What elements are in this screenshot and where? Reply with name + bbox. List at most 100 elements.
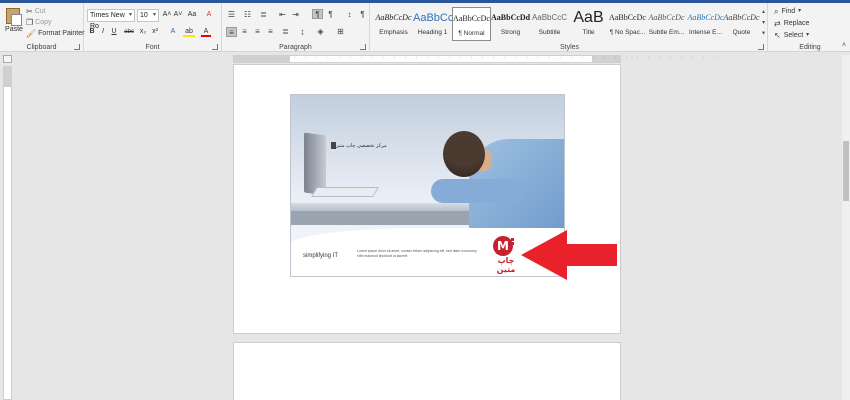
bullets-icon[interactable]: ☰	[226, 10, 237, 20]
style-preview: AaBbCcC	[531, 13, 568, 22]
format-painter-button[interactable]: 🖌 Format Painter	[26, 28, 84, 38]
font-size-dropdown[interactable]: 10 ▾	[137, 9, 159, 22]
copy-icon: ❐	[26, 17, 34, 27]
font-dialog-launcher[interactable]	[212, 44, 218, 50]
document-page-2[interactable]	[233, 342, 621, 400]
align-right-icon[interactable]: ≡	[252, 27, 263, 37]
style-preview: AaB	[573, 9, 604, 26]
chevron-down-icon[interactable]: ▾	[760, 18, 767, 29]
sort-icon[interactable]: ↕	[344, 10, 355, 20]
change-case-button[interactable]: Aa	[185, 10, 199, 20]
multilevel-list-icon[interactable]: ≣	[258, 10, 269, 20]
word-window: Paste ✂ Cut ❐ Copy 🖌 Format Painter Clip…	[0, 0, 850, 400]
style-name: Subtle Em...	[648, 29, 685, 36]
scrollbar-thumb[interactable]	[843, 141, 849, 201]
strikethrough-button[interactable]: abc	[122, 27, 136, 37]
editing-group: ⌕ Find ▾ ⇄ Replace ↖ Select ▾ Editing ˄	[770, 3, 850, 52]
style-subtitle[interactable]: AaBbCcC Subtitle	[530, 7, 569, 41]
chevron-up-icon[interactable]: ▴	[760, 7, 767, 18]
style-preview: AaBbCcDc	[453, 14, 490, 23]
underline-button[interactable]: U	[109, 27, 119, 37]
line-spacing-icon[interactable]: ↨	[297, 27, 308, 37]
clipboard-dialog-launcher[interactable]	[74, 44, 80, 50]
vertical-ruler[interactable]	[3, 66, 12, 400]
font-color-button[interactable]: A	[201, 27, 211, 37]
italic-button[interactable]: I	[98, 27, 108, 37]
logo-mark: M	[493, 236, 513, 256]
vertical-scrollbar[interactable]	[842, 55, 850, 400]
increase-indent-icon[interactable]: ⇥	[290, 10, 301, 20]
style-normal[interactable]: AaBbCcDc ¶ Normal	[452, 7, 491, 41]
font-group-label: Font	[145, 44, 160, 51]
style-emphasis[interactable]: AaBbCcDc Emphasis	[374, 7, 413, 41]
rtl-text-direction-icon[interactable]: ¶	[325, 10, 336, 20]
distributed-icon[interactable]: ≣	[280, 27, 291, 37]
horizontal-ruler[interactable]: · · · · · · · · · · · · · · · · · · · · …	[233, 55, 716, 63]
show-hide-marks-button[interactable]: ¶	[357, 10, 368, 20]
image-tagline: simplifying IT	[303, 253, 339, 259]
font-family-dropdown[interactable]: Times New Ro ▾	[87, 9, 135, 30]
style-no-spacing[interactable]: AaBbCcDc ¶ No Spac...	[608, 7, 647, 41]
align-center-icon[interactable]: ≡	[239, 27, 250, 37]
select-button[interactable]: ↖ Select ▾	[774, 30, 809, 40]
decrease-indent-icon[interactable]: ⇤	[277, 10, 288, 20]
image-lorem-text: Lorem ipsum dolor sit amet, consec tetue…	[357, 249, 477, 258]
paragraph-dialog-launcher[interactable]	[360, 44, 366, 50]
align-left-icon[interactable]: ≡	[226, 27, 237, 37]
justify-icon[interactable]: ≡	[265, 27, 276, 37]
superscript-button[interactable]: x²	[150, 27, 160, 37]
style-preview: AaBbCcDc	[648, 13, 685, 22]
style-name: Heading 1	[417, 29, 448, 36]
style-intense-emphasis[interactable]: AaBbCcDc Intense E...	[686, 7, 725, 41]
bold-button[interactable]: B	[87, 27, 97, 37]
style-name: Title	[582, 29, 595, 36]
ruler-left-margin	[234, 56, 290, 62]
cut-label: Cut	[34, 7, 46, 15]
highlight-button[interactable]: ab	[183, 27, 195, 37]
ribbon: Paste ✂ Cut ❐ Copy 🖌 Format Painter Clip…	[0, 0, 850, 52]
style-subtle-emphasis[interactable]: AaBbCcDc Subtle Em...	[647, 7, 686, 41]
format-painter-label: Format Painter	[38, 29, 85, 37]
style-name: Emphasis	[379, 29, 408, 36]
font-size-value: 10	[140, 12, 148, 19]
subscript-button[interactable]: x₂	[138, 27, 148, 37]
replace-label: Replace	[783, 19, 810, 27]
styles-gallery-scroll[interactable]: ▴ ▾ ⯆	[760, 7, 767, 41]
style-preview: AaBbCcDc	[609, 13, 646, 22]
ltr-text-direction-icon[interactable]: ¶	[312, 9, 323, 19]
find-button[interactable]: ⌕ Find ▾	[774, 6, 801, 16]
tab-selector[interactable]	[3, 55, 12, 63]
grow-font-button[interactable]: A˄	[162, 10, 172, 20]
chevron-down-icon: ▾	[806, 31, 810, 38]
collapse-ribbon-icon[interactable]: ˄	[842, 41, 846, 50]
style-preview: AaBbCc	[413, 12, 452, 24]
numbering-icon[interactable]: ☷	[242, 10, 253, 20]
select-label: Select	[783, 31, 804, 39]
search-icon: ⌕	[774, 6, 779, 16]
person-head	[443, 131, 485, 177]
style-heading-1[interactable]: AaBbCc Heading 1	[413, 7, 452, 41]
borders-icon[interactable]: ⊞	[335, 27, 346, 37]
paste-button[interactable]: Paste	[3, 5, 23, 38]
copy-button[interactable]: ❐ Copy	[26, 17, 52, 27]
styles-dialog-launcher[interactable]	[758, 44, 764, 50]
shrink-font-button[interactable]: A˅	[173, 10, 183, 20]
more-styles-icon[interactable]: ⯆	[760, 29, 767, 40]
chevron-down-icon: ▾	[798, 7, 802, 14]
cursor-icon: ↖	[774, 30, 781, 40]
style-strong[interactable]: AaBbCcDd Strong	[491, 7, 530, 41]
style-quote[interactable]: AaBbCcDc Quote	[722, 7, 761, 41]
replace-icon: ⇄	[774, 18, 781, 28]
text-effects-button[interactable]: A	[168, 27, 178, 37]
replace-button[interactable]: ⇄ Replace	[774, 18, 809, 28]
style-name: ¶ No Spac...	[609, 29, 646, 36]
clear-formatting-button[interactable]: A	[204, 10, 214, 20]
style-name: ¶ Normal	[458, 30, 485, 37]
chevron-down-icon: ▾	[152, 12, 156, 18]
styles-group: AaBbCcDc Emphasis AaBbCc Heading 1 AaBbC…	[372, 3, 768, 52]
style-name: Quote	[732, 29, 751, 36]
cut-button[interactable]: ✂ Cut	[26, 6, 46, 16]
copy-label: Copy	[35, 18, 52, 26]
shading-icon[interactable]: ◈	[315, 27, 326, 37]
style-title[interactable]: AaB Title	[569, 7, 608, 41]
